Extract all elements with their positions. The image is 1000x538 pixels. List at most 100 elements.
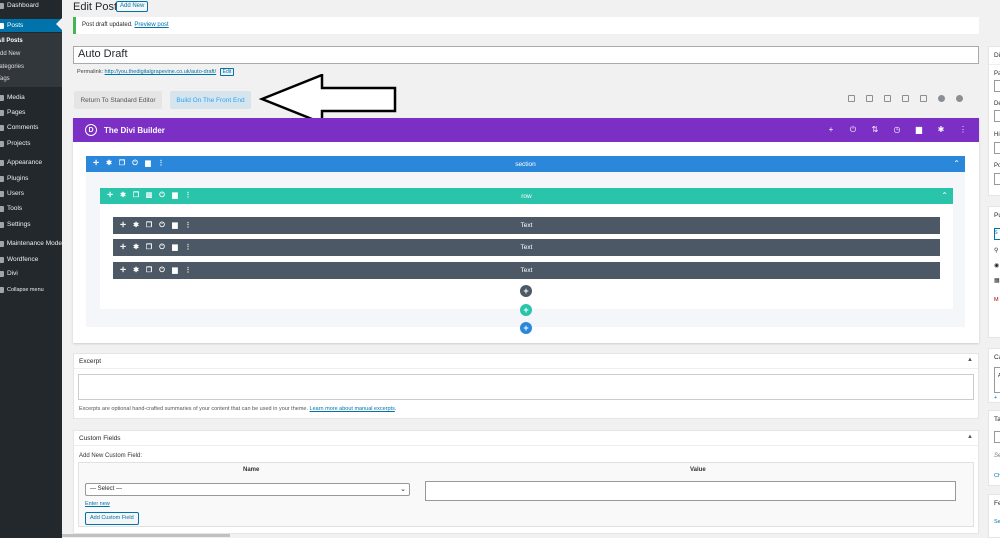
trash-icon[interactable]: ▆ <box>171 244 179 252</box>
power-icon[interactable]: ⏻ <box>158 267 166 275</box>
choose-tags-link[interactable]: Ch <box>994 473 1000 479</box>
phone-icon[interactable] <box>920 95 927 102</box>
module-bar[interactable]: Text ✛ ✱ ❐ ⏻ ▆ ⋮ <box>113 239 940 256</box>
sidebar-item-collapse-menu[interactable]: Collapse menu <box>0 283 62 296</box>
move-icon[interactable]: ✛ <box>119 244 127 252</box>
sidebar-item-projects[interactable]: Projects <box>0 137 62 150</box>
power-icon[interactable]: ⏻ <box>849 125 857 134</box>
sidebar-item-users[interactable]: Users <box>0 187 62 200</box>
power-icon[interactable]: ⏻ <box>131 160 139 168</box>
excerpt-learn-more-link[interactable]: Learn more about manual excerpts <box>310 406 395 412</box>
permalink-edit-button[interactable]: Edit <box>219 68 235 76</box>
custom-field-value-input[interactable] <box>425 481 956 501</box>
duplicate-icon[interactable]: ❐ <box>118 160 126 168</box>
post-title-input[interactable]: Auto Draft <box>73 46 979 64</box>
duplicate-icon[interactable]: ❐ <box>145 267 153 275</box>
section-bar[interactable]: section ✛ ✱ ❐ ⏻ ▆ ⋮ ⌃ <box>86 156 965 172</box>
move-icon[interactable]: ✛ <box>92 160 100 168</box>
custom-fields-title[interactable]: Custom Fields <box>74 431 978 446</box>
sidebar-subitem-all-posts[interactable]: All Posts <box>0 38 59 44</box>
sidebar-subitem-add-new[interactable]: Add New <box>0 51 58 57</box>
more-icon[interactable]: ⋮ <box>184 192 192 200</box>
add-new-button[interactable]: Add New <box>116 1 149 12</box>
excerpt-title[interactable]: Excerpt <box>74 354 978 369</box>
caret-up-icon[interactable]: ▲ <box>967 434 973 440</box>
sidebar-item-wordfence[interactable]: Wordfence <box>0 253 62 266</box>
trash-icon[interactable]: ▆ <box>171 267 179 275</box>
duplicate-icon[interactable]: ❐ <box>145 222 153 230</box>
trash-icon[interactable]: ▆ <box>171 192 179 200</box>
sidebar-item-dashboard[interactable]: Dashboard <box>0 0 62 12</box>
add-module-icon[interactable]: + <box>520 285 532 297</box>
more-icon[interactable]: ⋮ <box>959 125 967 134</box>
return-standard-editor-button[interactable]: Return To Standard Editor <box>74 91 162 109</box>
help-icon[interactable] <box>956 95 963 102</box>
tablet-icon[interactable] <box>902 95 909 102</box>
row-bar[interactable]: row ✛ ✱ ❐ ▥ ⏻ ▆ ⋮ ⌃ <box>100 188 953 204</box>
settings-icon[interactable]: ✱ <box>132 222 140 230</box>
sidebar-item-maintenance-mode[interactable]: Maintenance Mode <box>0 237 62 250</box>
layout-icon[interactable] <box>848 95 855 102</box>
sidebar-item-plugins[interactable]: Plugins <box>0 172 62 185</box>
power-icon[interactable]: ⏻ <box>158 222 166 230</box>
more-icon[interactable]: ⋮ <box>184 222 192 230</box>
right-select[interactable] <box>994 142 1000 154</box>
right-select[interactable] <box>994 173 1000 185</box>
categories-list[interactable] <box>994 367 1000 393</box>
module-bar[interactable]: Text ✛ ✱ ❐ ⏻ ▆ ⋮ <box>113 262 940 279</box>
sidebar-item-appearance[interactable]: Appearance <box>0 156 62 169</box>
permalink-url[interactable]: http://you.thedigitalgrapevine.co.uk/aut… <box>105 69 217 75</box>
more-icon[interactable]: ⋮ <box>157 160 165 168</box>
module-bar[interactable]: Text ✛ ✱ ❐ ⏻ ▆ ⋮ <box>113 217 940 234</box>
sidebar-item-comments[interactable]: Comments <box>0 121 62 134</box>
move-to-trash-link[interactable]: M <box>994 297 999 303</box>
caret-up-icon[interactable]: ▲ <box>967 357 973 363</box>
right-select[interactable] <box>994 80 1000 92</box>
chevron-up-icon[interactable]: ⌃ <box>953 159 960 168</box>
move-icon[interactable]: ✛ <box>119 222 127 230</box>
sidebar-subitem-tags[interactable]: Tags <box>0 76 59 82</box>
set-featured-image-link[interactable]: Se <box>994 519 1000 525</box>
duplicate-icon[interactable]: ❐ <box>132 192 140 200</box>
more-icon[interactable]: ⋮ <box>184 244 192 252</box>
trash-icon[interactable]: ▆ <box>144 160 152 168</box>
settings-icon[interactable]: ✱ <box>105 160 113 168</box>
tags-input[interactable] <box>994 431 1000 443</box>
sort-icon[interactable]: ⇅ <box>871 125 879 134</box>
settings-icon[interactable]: ✱ <box>132 244 140 252</box>
sidebar-item-media[interactable]: Media <box>0 91 62 104</box>
power-icon[interactable]: ⏻ <box>158 192 166 200</box>
portability-icon[interactable] <box>938 95 945 102</box>
duplicate-icon[interactable]: ❐ <box>145 244 153 252</box>
move-icon[interactable]: ✛ <box>119 267 127 275</box>
power-icon[interactable]: ⏻ <box>158 244 166 252</box>
add-icon[interactable]: + <box>827 125 835 134</box>
more-icon[interactable]: ⋮ <box>184 267 192 275</box>
build-front-end-button[interactable]: Build On The Front End <box>170 91 251 109</box>
preview-post-link[interactable]: Preview post <box>134 22 168 28</box>
save-draft-label[interactable]: S <box>994 230 998 236</box>
excerpt-textarea[interactable] <box>78 374 974 400</box>
sidebar-item-tools[interactable]: Tools <box>0 202 62 215</box>
custom-field-select[interactable]: — Select — ⌄ <box>85 483 410 496</box>
sidebar-item-pages[interactable]: Pages <box>0 106 62 119</box>
sidebar-subitem-categories[interactable]: Categories <box>0 64 57 70</box>
add-category-link[interactable]: + <box>994 395 997 401</box>
search-icon[interactable] <box>866 95 873 102</box>
sidebar-item-posts[interactable]: Posts <box>0 19 62 32</box>
trash-icon[interactable]: ▆ <box>171 222 179 230</box>
columns-icon[interactable]: ▥ <box>145 192 153 200</box>
add-section-icon[interactable]: + <box>520 322 532 334</box>
horizontal-scrollbar[interactable] <box>62 534 230 537</box>
move-icon[interactable]: ✛ <box>106 192 114 200</box>
history-icon[interactable]: ◷ <box>893 125 901 134</box>
trash-icon[interactable]: ▆ <box>915 125 923 134</box>
settings-icon[interactable]: ✱ <box>132 267 140 275</box>
gear-icon[interactable]: ✱ <box>937 125 945 134</box>
sidebar-item-settings[interactable]: Settings <box>0 218 62 231</box>
enter-new-link[interactable]: Enter new <box>85 501 110 507</box>
add-row-icon[interactable]: + <box>520 304 532 316</box>
settings-icon[interactable]: ✱ <box>119 192 127 200</box>
sidebar-item-divi[interactable]: Divi <box>0 267 62 280</box>
add-custom-field-button[interactable]: Add Custom Field <box>85 512 139 525</box>
